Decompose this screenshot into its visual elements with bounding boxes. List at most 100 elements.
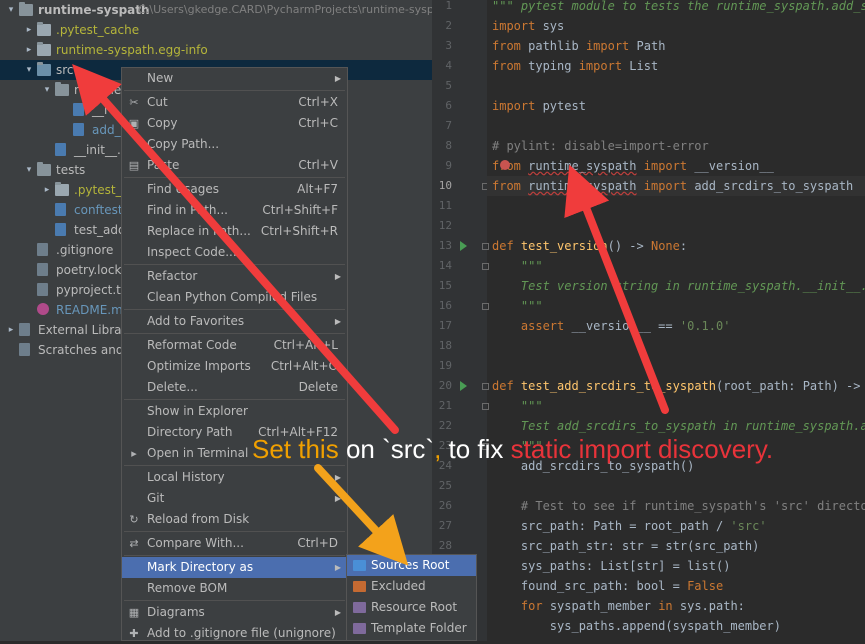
caption-set-this: Set this — [252, 434, 339, 464]
code-line[interactable]: """ — [492, 296, 543, 316]
chevron-down-icon[interactable]: ▾ — [42, 80, 52, 100]
menu-item-copy[interactable]: ▣ Copy Ctrl+C — [122, 113, 347, 134]
file-icon — [37, 243, 48, 256]
fold-marker-icon[interactable] — [482, 403, 489, 410]
menu-item-find-in-path[interactable]: Find in Path... Ctrl+Shift+F — [122, 200, 347, 221]
code-line[interactable]: """ — [492, 396, 543, 416]
tree-item-label: __i — [92, 103, 108, 117]
menu-item-cut[interactable]: ✂ Cut Ctrl+X — [122, 92, 347, 113]
menu-item-git[interactable]: Git ▶ — [122, 488, 347, 509]
menu-item-mark-directory-as[interactable]: Mark Directory as ▶ — [122, 557, 347, 578]
diagram-icon: ▦ — [128, 606, 140, 619]
code-editor[interactable]: 1 2 3 4 5 6 7 8 9 10 11 12 13 14 15 16 17 18 19 20 21 22 23 24 2… — [432, 0, 865, 641]
code-line[interactable]: assert __version__ == '0.1.0' — [492, 316, 731, 336]
line-number: 18 — [438, 339, 452, 352]
menu-item-label: Find Usages — [147, 182, 220, 196]
error-bulb-icon[interactable] — [500, 160, 510, 170]
submenu-arrow-icon: ▶ — [334, 473, 341, 482]
chevron-down-icon[interactable]: ▾ — [24, 160, 34, 180]
folder-icon — [55, 82, 69, 96]
menu-item-reload-from-disk[interactable]: ↻ Reload from Disk — [122, 509, 347, 530]
code-line[interactable]: """ — [492, 256, 543, 276]
menu-item-label: Delete... — [147, 380, 198, 394]
code-line[interactable]: def test_version() -> None: — [492, 236, 687, 256]
tree-item[interactable]: ▸ runtime-syspath.egg-info — [0, 40, 432, 60]
menu-item-show-in-explorer[interactable]: Show in Explorer — [122, 401, 347, 422]
chevron-down-icon[interactable]: ▾ — [24, 60, 34, 80]
menu-item-label: Remove BOM — [147, 581, 228, 595]
chevron-right-icon[interactable]: ▸ — [24, 40, 34, 60]
tree-item-label: tests — [56, 163, 86, 177]
python-file-icon — [55, 143, 66, 156]
menu-item-copy-path[interactable]: Copy Path... — [122, 134, 347, 155]
line-number: 7 — [445, 119, 452, 132]
code-line[interactable]: import pytest — [492, 96, 586, 116]
chevron-right-icon[interactable]: ▸ — [42, 180, 52, 200]
code-line[interactable]: sys_paths: List[str] = list() — [492, 556, 731, 576]
code-line[interactable]: found_src_path: bool = False — [492, 576, 723, 596]
chevron-right-icon[interactable]: ▸ — [6, 320, 16, 340]
context-menu[interactable]: New ▶ ✂ Cut Ctrl+X ▣ Copy Ctrl+C Copy Path... ▤ Pa… — [121, 67, 348, 641]
code-line[interactable]: from typing import List — [492, 56, 658, 76]
reload-icon: ↻ — [129, 513, 139, 526]
menu-item-remove-bom[interactable]: Remove BOM — [122, 578, 347, 599]
code-line[interactable]: from runtime_syspath import __version__ — [492, 156, 774, 176]
menu-item-clean-python-compiled-files[interactable]: Clean Python Compiled Files — [122, 287, 347, 308]
submenu-item[interactable]: Template Folder — [347, 618, 476, 639]
menu-item-refactor[interactable]: Refactor ▶ — [122, 266, 347, 287]
code-line[interactable]: def test_add_srcdirs_to_syspath(root_pat… — [492, 376, 865, 396]
run-test-icon[interactable] — [460, 241, 467, 251]
menu-item-label: Paste — [147, 158, 180, 172]
terminal-icon: ▸ — [131, 447, 137, 460]
menu-item-find-usages[interactable]: Find Usages Alt+F7 — [122, 179, 347, 200]
code-line[interactable]: """ pytest module to tests the runtime_s… — [492, 0, 865, 16]
code-line[interactable]: from runtime_syspath import add_srcdirs_… — [492, 176, 853, 196]
menu-item-reformat-code[interactable]: Reformat Code Ctrl+Alt+L — [122, 335, 347, 356]
line-number: 27 — [438, 519, 452, 532]
fold-marker-icon[interactable] — [482, 243, 489, 250]
code-line[interactable]: import sys — [492, 16, 564, 36]
submenu-item[interactable]: Sources Root — [347, 555, 476, 576]
code-line[interactable]: src_path: Path = root_path / 'src' — [492, 516, 767, 536]
menu-item-local-history[interactable]: Local History ▶ — [122, 467, 347, 488]
menu-item-new[interactable]: New ▶ — [122, 68, 347, 89]
submenu-arrow-icon: ▶ — [334, 272, 341, 281]
menu-item-shortcut: Ctrl+Shift+F — [262, 203, 338, 217]
menu-item-replace-in-path[interactable]: Replace in Path... Ctrl+Shift+R — [122, 221, 347, 242]
editor-gutter: 1 2 3 4 5 6 7 8 9 10 11 12 13 14 15 16 17 18 19 20 21 22 23 24 2… — [432, 0, 489, 641]
code-line[interactable]: src_path_str: str = str(src_path) — [492, 536, 759, 556]
submenu-item-label: Excluded — [371, 579, 426, 593]
menu-item-paste[interactable]: ▤ Paste Ctrl+V — [122, 155, 347, 176]
line-number: 1 — [445, 0, 452, 12]
menu-item-shortcut: Ctrl+Shift+R — [260, 224, 338, 238]
menu-item-optimize-imports[interactable]: Optimize Imports Ctrl+Alt+O — [122, 356, 347, 377]
menu-item-inspect-code[interactable]: Inspect Code... — [122, 242, 347, 263]
code-line[interactable]: # pylint: disable=import-error — [492, 136, 709, 156]
code-line[interactable]: # Test to see if runtime_syspath's 'src'… — [492, 496, 865, 516]
mark-directory-submenu[interactable]: Sources Root Excluded Resource Root Templat… — [346, 554, 477, 641]
code-line[interactable]: Test version string in runtime_syspath._… — [492, 276, 865, 296]
code-line[interactable]: for syspath_member in sys.path: — [492, 596, 745, 616]
menu-separator — [124, 309, 345, 310]
tree-item-label: poetry.lock — [56, 263, 122, 277]
submenu-item[interactable]: Excluded — [347, 576, 476, 597]
code-line[interactable]: sys_paths.append(syspath_member) — [492, 616, 781, 636]
menu-item-label: Git — [147, 491, 165, 505]
code-line[interactable]: from pathlib import Path — [492, 36, 665, 56]
menu-item-delete[interactable]: Delete... Delete — [122, 377, 347, 398]
chevron-right-icon[interactable]: ▸ — [24, 20, 34, 40]
line-number: 25 — [438, 479, 452, 492]
fold-marker-icon[interactable] — [482, 303, 489, 310]
tree-item[interactable]: ▾ runtime-syspath C:\Users\gkedge.CARD\Pyc… — [0, 0, 432, 20]
tree-item[interactable]: ▸ .pytest_cache — [0, 20, 432, 40]
chevron-down-icon[interactable]: ▾ — [6, 0, 16, 20]
fold-marker-icon[interactable] — [482, 383, 489, 390]
menu-item-diagrams[interactable]: ▦ Diagrams ▶ — [122, 602, 347, 623]
run-test-icon[interactable] — [460, 381, 467, 391]
menu-item-add-to-favorites[interactable]: Add to Favorites ▶ — [122, 311, 347, 332]
line-number: 14 — [438, 259, 452, 272]
menu-item-compare-with[interactable]: ⇄ Compare With... Ctrl+D — [122, 533, 347, 554]
submenu-item[interactable]: Resource Root — [347, 597, 476, 618]
menu-separator — [124, 531, 345, 532]
fold-marker-icon[interactable] — [482, 263, 489, 270]
